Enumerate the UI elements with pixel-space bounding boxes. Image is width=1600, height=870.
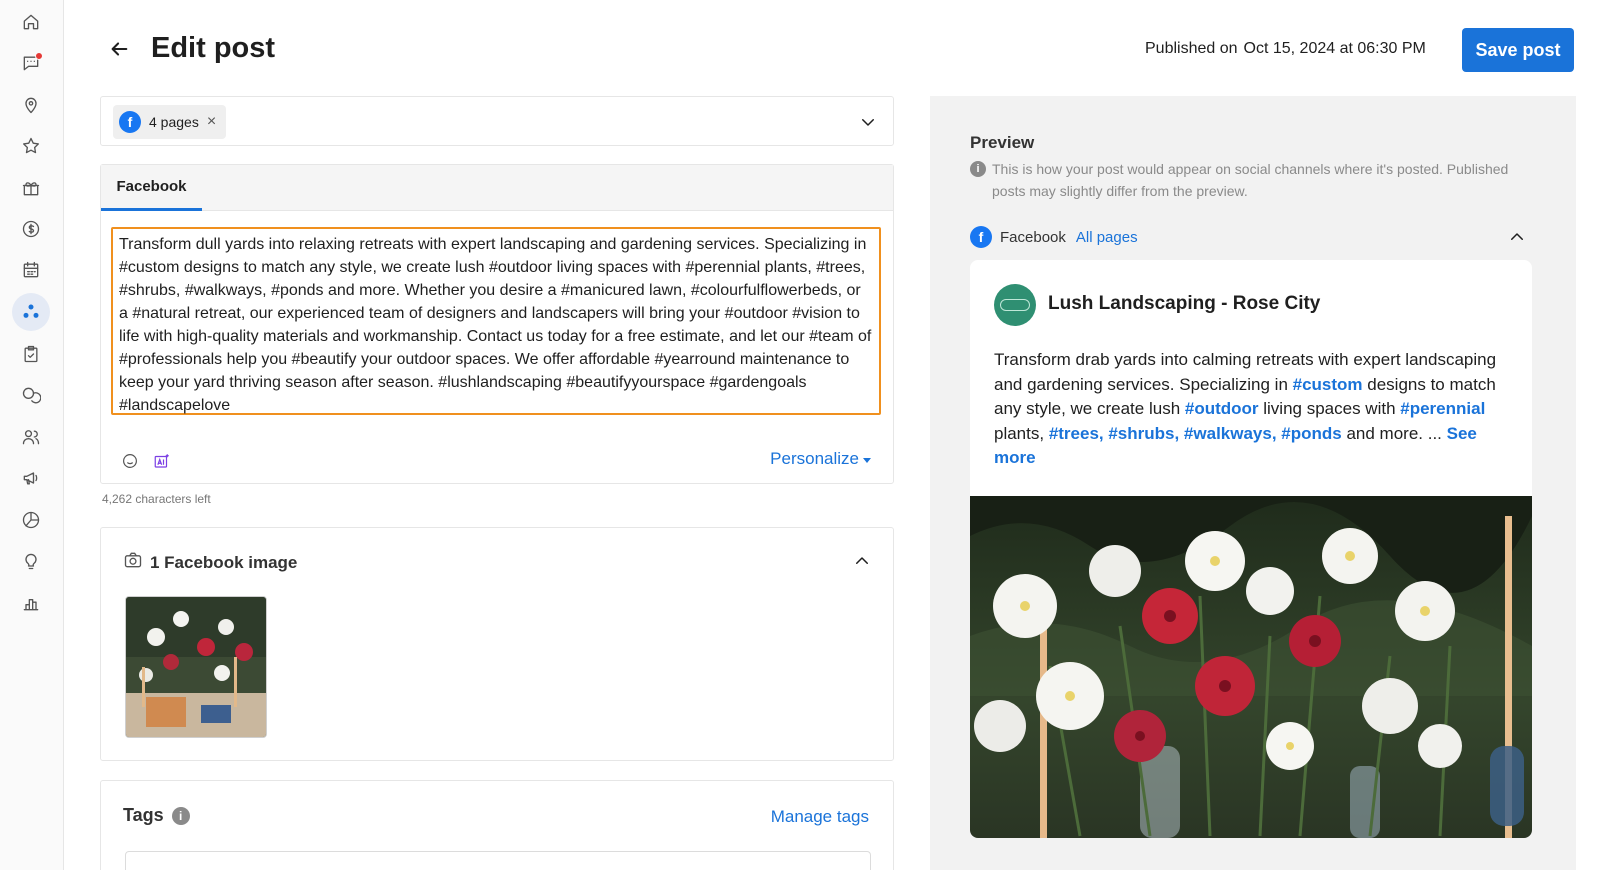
pie-chart-icon[interactable] bbox=[18, 507, 44, 533]
page-name: Lush Landscaping - Rose City bbox=[1048, 293, 1321, 314]
facebook-post-preview: Lush Landscaping - Rose City Transform d… bbox=[970, 260, 1532, 838]
emoji-icon[interactable] bbox=[119, 450, 141, 472]
pages-chip[interactable]: f 4 pages × bbox=[113, 105, 227, 139]
notification-dot bbox=[35, 52, 43, 60]
save-post-button[interactable]: Save post bbox=[1462, 28, 1574, 72]
preview-note: i This is how your post would appear on … bbox=[970, 158, 1510, 202]
published-label: Published on bbox=[1145, 40, 1238, 57]
preview-text-segment: plants, bbox=[994, 423, 1049, 443]
tab-facebook[interactable]: Facebook bbox=[101, 165, 202, 211]
channel-name: Facebook bbox=[1000, 228, 1066, 246]
camera-icon bbox=[123, 550, 143, 575]
flowers-thumbnail-image bbox=[126, 597, 266, 737]
published-date: Oct 15, 2024 at 06:30 PM bbox=[1243, 40, 1426, 57]
chevron-up-icon[interactable] bbox=[853, 552, 871, 570]
image-section-title: 1 Facebook image bbox=[150, 552, 298, 572]
avatar bbox=[994, 284, 1036, 326]
preview-note-text: This is how your post would appear on so… bbox=[992, 161, 1509, 199]
characters-left: 4,262 characters left bbox=[102, 492, 211, 506]
preview-panel: Preview i This is how your post would ap… bbox=[930, 96, 1576, 870]
lightbulb-icon[interactable] bbox=[18, 548, 44, 574]
manage-tags-link[interactable]: Manage tags bbox=[771, 807, 869, 827]
preview-title: Preview bbox=[970, 133, 1035, 152]
facebook-icon: f bbox=[970, 226, 992, 248]
avatar-logo bbox=[1000, 299, 1030, 311]
preview-post-text: Transform drab yards into calming retrea… bbox=[994, 348, 1512, 471]
chevron-up-icon[interactable] bbox=[1508, 228, 1526, 246]
sidebar bbox=[0, 0, 64, 870]
pages-selector[interactable]: f 4 pages × bbox=[100, 96, 894, 146]
personalize-dropdown[interactable]: Personalize bbox=[770, 449, 871, 469]
channel-tabs: Facebook bbox=[101, 165, 893, 211]
remove-chip-icon[interactable]: × bbox=[207, 113, 216, 131]
preview-text-segment: and more. ... bbox=[1341, 423, 1447, 443]
megaphone-icon[interactable] bbox=[18, 465, 44, 491]
chevron-down-icon[interactable] bbox=[859, 113, 877, 131]
home-icon[interactable] bbox=[18, 9, 44, 35]
flowers-image bbox=[970, 496, 1532, 838]
info-icon[interactable]: i bbox=[171, 806, 190, 825]
calendar-icon[interactable] bbox=[18, 257, 44, 283]
published-info: Published on Oct 15, 2024 at 06:30 PM bbox=[1145, 40, 1426, 58]
ai-assist-icon[interactable] bbox=[151, 450, 173, 472]
gift-icon[interactable] bbox=[18, 175, 44, 201]
preview-channel: f Facebook All pages bbox=[970, 226, 1138, 248]
all-pages-link[interactable]: All pages bbox=[1076, 229, 1138, 246]
preview-post-image bbox=[970, 496, 1532, 838]
users-icon[interactable] bbox=[18, 424, 44, 450]
pages-chip-label: 4 pages bbox=[149, 114, 199, 130]
image-section-header: 1 Facebook image bbox=[123, 550, 297, 575]
hashtag[interactable]: #perennial bbox=[1400, 399, 1485, 418]
personalize-label: Personalize bbox=[770, 449, 859, 468]
facebook-image-section: 1 Facebook image bbox=[100, 527, 894, 761]
back-arrow-icon[interactable] bbox=[108, 38, 132, 62]
location-pin-icon[interactable] bbox=[18, 92, 44, 118]
post-text-editor[interactable]: Transform dull yards into relaxing retre… bbox=[111, 227, 881, 415]
tags-section: Tags i Manage tags bbox=[100, 780, 894, 870]
image-thumbnail[interactable] bbox=[125, 596, 267, 738]
bar-chart-icon[interactable] bbox=[18, 590, 44, 616]
facebook-icon: f bbox=[119, 111, 141, 133]
hashtag[interactable]: #trees, #shrubs, #walkways, #ponds bbox=[1049, 424, 1342, 443]
social-icon[interactable] bbox=[12, 293, 50, 331]
messages-icon[interactable] bbox=[18, 50, 44, 76]
dollar-icon[interactable] bbox=[18, 216, 44, 242]
star-icon[interactable] bbox=[18, 133, 44, 159]
info-icon: i bbox=[970, 161, 986, 177]
tags-title: Tags bbox=[123, 805, 164, 825]
tags-header: Tags i bbox=[123, 805, 190, 826]
page-title: Edit post bbox=[151, 32, 276, 64]
hashtag[interactable]: #outdoor bbox=[1185, 399, 1259, 418]
preview-text-segment: living spaces with bbox=[1258, 399, 1401, 418]
caret-down-icon bbox=[863, 458, 871, 463]
clipboard-check-icon[interactable] bbox=[18, 341, 44, 367]
hashtag[interactable]: #custom bbox=[1293, 375, 1363, 394]
chat-bubbles-icon[interactable] bbox=[18, 382, 44, 408]
tags-input[interactable] bbox=[125, 851, 871, 870]
post-editor: Facebook Transform dull yards into relax… bbox=[100, 164, 894, 484]
editor-toolbar bbox=[119, 450, 173, 472]
